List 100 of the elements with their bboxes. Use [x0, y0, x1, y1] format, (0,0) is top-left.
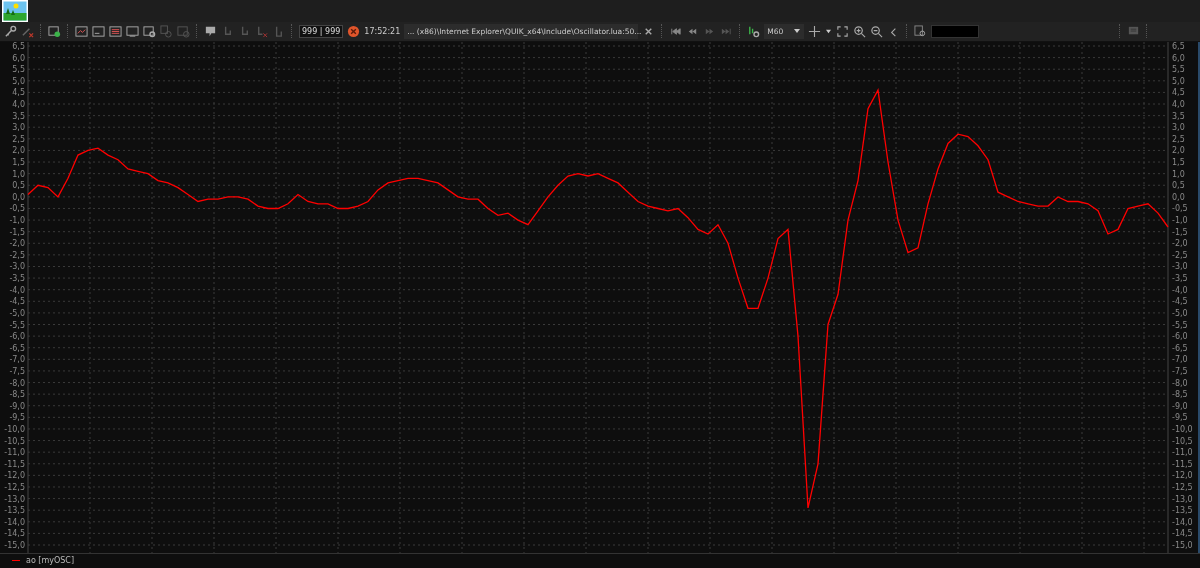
axis-label: 0,0 [1172, 192, 1185, 202]
axis-label: -1,0 [1172, 215, 1188, 225]
axis-label: -5,0 [1172, 308, 1188, 318]
axis-label: -9,0 [9, 401, 25, 411]
axis-label: -10,5 [4, 436, 25, 446]
axis-label: 4,5 [1172, 88, 1185, 98]
axis-label: -6,5 [1172, 343, 1188, 353]
axis-label: 1,5 [12, 157, 25, 167]
axis-label: 4,0 [1172, 99, 1185, 109]
stop-icon[interactable] [347, 24, 361, 38]
table-icon[interactable] [109, 24, 122, 38]
zoom-out-icon[interactable] [870, 24, 884, 38]
window-list-icon[interactable] [126, 24, 139, 38]
axis-label: 3,5 [1172, 111, 1185, 121]
axis-label: -5,5 [1172, 320, 1188, 330]
landscape-logo-icon [2, 0, 28, 22]
fit-screen-icon[interactable] [836, 24, 850, 38]
axis-label: -7,5 [9, 366, 25, 376]
axis-label: -1,5 [1172, 227, 1188, 237]
axis-label: -10,5 [1172, 436, 1193, 446]
chart-gear-icon[interactable] [747, 24, 761, 38]
axis-label: -5,0 [9, 308, 25, 318]
axis-label: 6,0 [1172, 53, 1185, 63]
axis-label: -13,0 [4, 494, 25, 504]
axis-label: -0,5 [1172, 204, 1188, 214]
axis-label: -1,5 [9, 227, 25, 237]
axis-label: -10,0 [1172, 424, 1193, 434]
axis-label: -4,0 [9, 285, 25, 295]
zoom-in-icon[interactable] [853, 24, 867, 38]
axis-label: -11,5 [4, 459, 25, 469]
axis-label: 2,0 [12, 146, 25, 156]
axis-label: -6,0 [9, 332, 25, 341]
axis-label: 3,0 [12, 123, 25, 133]
axis-label: -4,0 [1172, 285, 1188, 295]
search-field[interactable] [931, 24, 980, 38]
axis-label: -3,5 [1172, 273, 1188, 283]
legend-label: ao [myOSC] [26, 556, 75, 566]
axis-label: -15,0 [4, 540, 25, 550]
axis-label: 5,5 [1172, 65, 1185, 75]
counter-display: 999 | 999 [299, 24, 344, 38]
axis-label: 2,5 [1172, 134, 1185, 144]
dropdown-arrow-icon[interactable] [825, 28, 833, 34]
axis-label: -8,0 [9, 378, 25, 388]
axis-label: -12,5 [4, 482, 25, 492]
find-icon[interactable] [914, 24, 928, 38]
axis-label: -3,5 [9, 273, 25, 283]
axis-label: -14,0 [4, 517, 25, 527]
axis-label: 3,5 [12, 111, 25, 121]
axis-label: -3,0 [1172, 262, 1188, 272]
axis-label: -1,0 [9, 215, 25, 225]
axis-label: 1,5 [1172, 157, 1185, 167]
axis-label: 4,0 [12, 99, 25, 109]
axis-label: -0,5 [9, 204, 25, 214]
axis-label: -9,5 [1172, 413, 1188, 423]
axis-label: -11,0 [4, 448, 25, 457]
axis-label: -3,0 [9, 262, 25, 272]
window-gear-icon[interactable] [143, 24, 156, 38]
crosshair-icon[interactable] [808, 24, 822, 38]
window-settings-icon[interactable] [48, 24, 61, 38]
axis-label: -12,0 [4, 471, 25, 481]
axis-label: 2,0 [1172, 146, 1185, 156]
comment-icon[interactable] [204, 24, 217, 38]
axis-label: -15,0 [1172, 540, 1193, 550]
axis-label: -14,5 [1172, 529, 1193, 539]
dropdown-arrow-icon [793, 28, 802, 35]
window-icon[interactable] [92, 24, 105, 38]
axis-label: -8,5 [1172, 390, 1188, 399]
axis-label: 0,0 [12, 192, 25, 202]
axis-label: 1,0 [12, 169, 25, 179]
axis-label: -6,5 [9, 343, 25, 353]
axis-label: 0,5 [12, 181, 25, 191]
axis-label: 6,5 [1172, 41, 1185, 51]
axis-label: 4,5 [12, 88, 25, 98]
axis-label: -11,5 [1172, 459, 1193, 469]
axis-label: -4,5 [1172, 297, 1188, 307]
axis-label: -2,5 [1172, 250, 1188, 260]
axis-label: -13,0 [1172, 494, 1193, 504]
axis-label: 0,5 [1172, 181, 1185, 191]
chart-window-icon[interactable] [75, 24, 88, 38]
axis-label: 3,0 [1172, 123, 1185, 133]
axis-label: 6,0 [12, 53, 25, 63]
key-icon[interactable] [4, 24, 17, 38]
axis-label: -9,0 [1172, 401, 1188, 411]
axis-label: 2,5 [12, 134, 25, 144]
axis-label: -12,5 [1172, 482, 1193, 492]
axis-label: -10,0 [4, 424, 25, 434]
axis-label: -9,5 [9, 413, 25, 423]
axis-label: 5,0 [12, 76, 25, 86]
axis-label: -7,0 [9, 355, 25, 365]
axis-label: -7,0 [1172, 355, 1188, 365]
axis-label: 1,0 [1172, 169, 1185, 179]
axis-label: -13,5 [1172, 506, 1193, 516]
axis-label: -7,5 [1172, 366, 1188, 376]
axis-label: -2,0 [1172, 239, 1188, 249]
axis-label: -8,0 [1172, 378, 1188, 388]
time-text: 17:52:21 [364, 26, 401, 36]
axis-label: -5,5 [9, 320, 25, 330]
axis-label: -14,0 [1172, 517, 1193, 527]
axis-label: 6,5 [12, 41, 25, 51]
axis-label: -12,0 [1172, 471, 1193, 481]
